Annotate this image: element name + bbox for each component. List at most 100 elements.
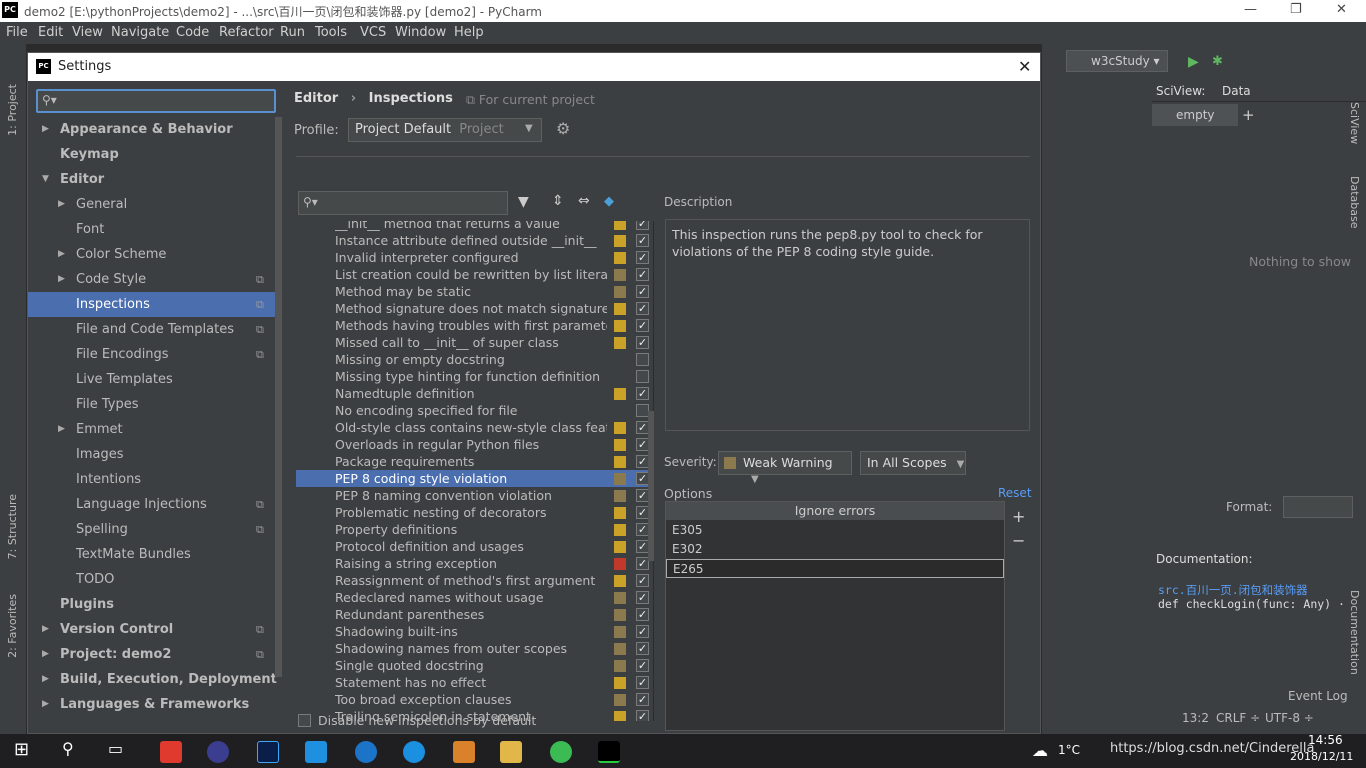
- inspection-row[interactable]: Invalid interpreter configured ✓: [296, 249, 653, 266]
- ie-icon[interactable]: [355, 741, 377, 763]
- task-view-icon[interactable]: ▭: [108, 739, 123, 758]
- ignore-row-editing[interactable]: E265: [666, 559, 1004, 578]
- eclipse-icon[interactable]: [207, 741, 229, 763]
- inspection-row[interactable]: Protocol definition and usages ✓: [296, 538, 653, 555]
- menu-tools[interactable]: Tools: [315, 25, 347, 40]
- severity-select[interactable]: Weak Warning ▼: [718, 451, 852, 485]
- profile-select[interactable]: Project Default Project ▼: [348, 118, 542, 142]
- inspection-row[interactable]: PEP 8 coding style violation ✓: [296, 470, 653, 487]
- search-icon[interactable]: ⚲: [62, 739, 74, 758]
- reset-to-default-icon[interactable]: ◆: [604, 194, 614, 209]
- inspection-checkbox[interactable]: ✓: [636, 659, 649, 672]
- sciview-tab-empty[interactable]: empty: [1152, 104, 1238, 126]
- menu-help[interactable]: Help: [454, 25, 484, 40]
- inspection-row[interactable]: Method may be static ✓: [296, 283, 653, 300]
- inspection-row[interactable]: Package requirements ✓: [296, 453, 653, 470]
- profile-gear-icon[interactable]: ⚙: [556, 119, 570, 138]
- inspection-row[interactable]: Shadowing names from outer scopes ✓: [296, 640, 653, 657]
- collapse-all-icon[interactable]: ⇔: [578, 193, 590, 209]
- chevron-right-icon[interactable]: ▶: [58, 242, 65, 267]
- inspection-row[interactable]: Raising a string exception ✓: [296, 555, 653, 572]
- tree-item[interactable]: File Encodings ⧉: [28, 342, 282, 367]
- inspection-row[interactable]: __init__ method that returns a value ✓: [296, 221, 653, 232]
- tree-item[interactable]: ▶ Appearance & Behavior: [28, 117, 282, 142]
- menu-vcs[interactable]: VCS: [360, 25, 386, 40]
- inspection-row[interactable]: Shadowing built-ins ✓: [296, 623, 653, 640]
- debug-icon[interactable]: ✱: [1212, 54, 1223, 69]
- reset-link[interactable]: Reset: [998, 486, 1032, 500]
- photoshop-icon[interactable]: [257, 741, 279, 763]
- inspection-search-input[interactable]: ⚲▾: [298, 191, 508, 215]
- pycharm-taskbar-icon[interactable]: [598, 741, 620, 763]
- inspection-checkbox[interactable]: ✓: [636, 608, 649, 621]
- inspection-row[interactable]: Statement has no effect ✓: [296, 674, 653, 691]
- chevron-right-icon[interactable]: ▶: [42, 642, 49, 667]
- inspection-row[interactable]: Missing or empty docstring: [296, 351, 653, 368]
- tree-item[interactable]: ▶ Languages & Frameworks: [28, 692, 282, 717]
- settings-search-input[interactable]: ⚲▾: [36, 89, 276, 113]
- chevron-right-icon[interactable]: ▶: [42, 617, 49, 642]
- tree-item[interactable]: ▶ Code Style ⧉: [28, 267, 282, 292]
- menu-code[interactable]: Code: [176, 25, 209, 40]
- scope-select[interactable]: In All Scopes ▼: [860, 451, 966, 475]
- menu-run[interactable]: Run: [280, 25, 305, 40]
- inspection-checkbox[interactable]: ✓: [636, 387, 649, 400]
- ignore-row[interactable]: E305: [666, 521, 1004, 540]
- menu-edit[interactable]: Edit: [38, 25, 63, 40]
- menu-navigate[interactable]: Navigate: [111, 25, 169, 40]
- tree-scrollbar[interactable]: [275, 117, 282, 677]
- tree-item[interactable]: Keymap: [28, 142, 282, 167]
- tree-item[interactable]: File and Code Templates ⧉: [28, 317, 282, 342]
- restore-icon[interactable]: ❐: [1290, 2, 1302, 17]
- tool-tab-sciview[interactable]: SciView: [1348, 102, 1361, 144]
- menu-refactor[interactable]: Refactor: [219, 25, 274, 40]
- inspection-row[interactable]: Instance attribute defined outside __ini…: [296, 232, 653, 249]
- event-log[interactable]: Event Log: [1288, 689, 1348, 703]
- chevron-right-icon[interactable]: ▶: [58, 267, 65, 292]
- chevron-right-icon[interactable]: ▶: [58, 192, 65, 217]
- inspection-checkbox[interactable]: ✓: [636, 336, 649, 349]
- inspection-row[interactable]: No encoding specified for file: [296, 402, 653, 419]
- inspection-row[interactable]: PEP 8 naming convention violation ✓: [296, 487, 653, 504]
- inspection-checkbox[interactable]: ✓: [636, 574, 649, 587]
- tree-item[interactable]: Spelling ⧉: [28, 517, 282, 542]
- inspection-row[interactable]: Reassignment of method's first argument ✓: [296, 572, 653, 589]
- tree-item[interactable]: ▶ Build, Execution, Deployment: [28, 667, 282, 692]
- inspection-checkbox[interactable]: ✓: [636, 234, 649, 247]
- tree-item[interactable]: File Types: [28, 392, 282, 417]
- inspection-row[interactable]: Old-style class contains new-style class…: [296, 419, 653, 436]
- inspection-checkbox[interactable]: ✓: [636, 302, 649, 315]
- netease-music-icon[interactable]: [160, 741, 182, 763]
- chevron-down-icon[interactable]: ▼: [42, 167, 49, 192]
- edge-icon[interactable]: [403, 741, 425, 763]
- inspection-row[interactable]: List creation could be rewritten by list…: [296, 266, 653, 283]
- inspection-checkbox[interactable]: ✓: [636, 693, 649, 706]
- inspection-checkbox[interactable]: [636, 370, 649, 383]
- remove-icon[interactable]: −: [1012, 531, 1025, 550]
- inspection-row[interactable]: Property definitions ✓: [296, 521, 653, 538]
- tool-tab-project[interactable]: 1: Project: [6, 84, 19, 136]
- menu-file[interactable]: File: [6, 25, 28, 40]
- inspection-checkbox[interactable]: ✓: [636, 319, 649, 332]
- tree-item[interactable]: TextMate Bundles: [28, 542, 282, 567]
- chevron-right-icon[interactable]: ▶: [42, 117, 49, 142]
- menu-view[interactable]: View: [72, 25, 103, 40]
- chevron-right-icon[interactable]: ▶: [42, 692, 49, 717]
- close-window-icon[interactable]: ✕: [1336, 2, 1347, 17]
- inspection-row[interactable]: Missing type hinting for function defini…: [296, 368, 653, 385]
- tree-item[interactable]: ▶ Color Scheme: [28, 242, 282, 267]
- webstorm-icon[interactable]: [305, 741, 327, 763]
- inspection-checkbox[interactable]: ✓: [636, 625, 649, 638]
- tool-tab-structure[interactable]: 7: Structure: [6, 494, 19, 559]
- tool-tab-favorites[interactable]: 2: Favorites: [6, 594, 19, 658]
- sciview-tab-data[interactable]: Data: [1222, 84, 1251, 98]
- minimize-icon[interactable]: —: [1244, 2, 1257, 17]
- list-scrollbar[interactable]: [648, 411, 654, 561]
- tree-item[interactable]: Inspections ⧉: [28, 292, 282, 317]
- inspection-row[interactable]: Single quoted docstring ✓: [296, 657, 653, 674]
- menu-window[interactable]: Window: [395, 25, 446, 40]
- inspection-checkbox[interactable]: ✓: [636, 591, 649, 604]
- ignore-row[interactable]: E302: [666, 540, 1004, 559]
- inspection-checkbox[interactable]: ✓: [636, 268, 649, 281]
- inspection-row[interactable]: Missed call to __init__ of super class ✓: [296, 334, 653, 351]
